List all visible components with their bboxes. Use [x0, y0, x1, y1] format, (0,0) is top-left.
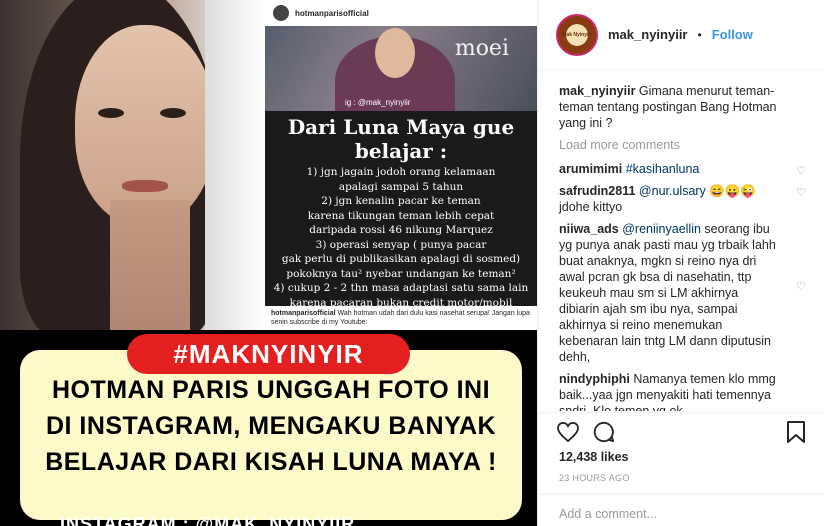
- post-image[interactable]: hotmanparisofficial moei ig : @mak_nyiny…: [0, 0, 537, 526]
- instagram-screenshot: hotmanparisofficial moei ig : @mak_nyiny…: [265, 0, 537, 330]
- add-comment-input[interactable]: Add a comment...: [538, 494, 824, 526]
- screenshot-username: hotmanparisofficial: [295, 8, 369, 18]
- comment-item: nindyphiphi Namanya temen klo mmg baik..…: [559, 371, 808, 411]
- comment-text: seorang ibu yg punya anak pasti mau yg t…: [559, 222, 776, 364]
- text-line: 2) jgn kenalin pacar ke teman: [321, 195, 481, 207]
- avatar-text: Mak Nyinyiir: [562, 31, 592, 38]
- comment-like-heart-icon[interactable]: ♡: [796, 163, 806, 179]
- text-line: apalagi sampai 5 tahun: [338, 180, 464, 193]
- text-line: 4) cukup 2 - 2 thn masa adaptasi satu sa…: [273, 282, 529, 294]
- screenshot-text-block: Dari Luna Maya gue belajar : 1) jgn jaga…: [265, 111, 537, 309]
- screenshot-title: Dari Luna Maya gue belajar :: [287, 115, 515, 163]
- text-line: daripada rossi 46 nikung Marquez: [309, 224, 493, 236]
- ig-tag: ig : @mak_nyinyiir: [345, 98, 411, 107]
- headline: HOTMAN PARIS UNGGAH FOTO INI DI INSTAGRA…: [20, 372, 522, 480]
- headline-line: HOTMAN PARIS UNGGAH FOTO INI: [51, 376, 491, 404]
- headline-banner: #MAKNYINYIR HOTMAN PARIS UNGGAH FOTO INI…: [0, 330, 537, 526]
- comment-user[interactable]: niiwa_ads: [559, 222, 619, 236]
- comment-hashtag[interactable]: #kasihanluna: [626, 162, 700, 176]
- comment-item: safrudin2811 @nur.ulsary 😄😛😜 jdohe kitty…: [559, 183, 808, 215]
- text-line: karena tikungan teman lebih cepat: [307, 209, 495, 222]
- bookmark-icon[interactable]: [784, 420, 808, 444]
- screenshot-caption: hotmanparisofficial Wah hotman udah dari…: [265, 306, 537, 330]
- text-line: 3) operasi senyap ( punya pacar: [315, 238, 487, 251]
- headline-line: BELAJAR DARI KISAH LUNA MAYA !: [45, 448, 497, 476]
- follow-button[interactable]: Follow: [712, 27, 753, 42]
- comment-user[interactable]: safrudin2811: [559, 184, 635, 198]
- separator-dot: •: [697, 27, 702, 42]
- author-username[interactable]: mak_nyinyiir: [608, 27, 688, 42]
- banner-source: INSTAGRAM : @MAK_NYINYIIR: [60, 514, 356, 526]
- post-timestamp: 23 HOURS AGO: [559, 473, 630, 483]
- likes-count[interactable]: 12,438 likes: [559, 450, 629, 464]
- heart-icon[interactable]: [556, 420, 580, 444]
- comment-item: niiwa_ads @reniinyaellin seorang ibu yg …: [559, 221, 808, 365]
- load-more-comments-link[interactable]: Load more comments: [559, 137, 808, 153]
- action-bar: [538, 412, 824, 450]
- comment-mention[interactable]: @nur.ulsary: [639, 184, 706, 198]
- hashtag-pill: #MAKNYINYIR: [127, 334, 410, 374]
- post-sidebar: Mak Nyinyiir mak_nyinyiir • Follow mak_n…: [537, 0, 824, 526]
- comment-like-heart-icon[interactable]: ♡: [796, 279, 806, 295]
- text-line: 1) jgn jagain jodoh orang kelamaan: [306, 166, 496, 178]
- headline-line: DI INSTAGRAM, MENGAKU BANYAK: [45, 412, 497, 440]
- comment-user[interactable]: arumimimi: [559, 162, 622, 176]
- comment-like-heart-icon[interactable]: ♡: [796, 185, 806, 201]
- avatar[interactable]: Mak Nyinyiir: [556, 13, 598, 56]
- text-line: pokoknya tau² nyebar undangan ke teman²: [286, 267, 516, 280]
- portrait-photo: [0, 0, 265, 330]
- comment-mention[interactable]: @reniinyaellin: [622, 222, 701, 236]
- comments-list[interactable]: mak_nyinyiir Gimana menurut teman-teman …: [538, 71, 824, 411]
- screenshot-avatar: [273, 5, 289, 21]
- screenshot-caption-user: hotmanparisofficial: [271, 310, 336, 317]
- watermark: moei: [454, 36, 509, 61]
- comment-user[interactable]: nindyphiphi: [559, 372, 630, 386]
- comment-item: arumimimi #kasihanluna ♡: [559, 161, 808, 177]
- caption: mak_nyinyiir Gimana menurut teman-teman …: [559, 83, 808, 131]
- comment-icon[interactable]: [592, 420, 616, 444]
- post-header: Mak Nyinyiir mak_nyinyiir • Follow: [538, 0, 824, 70]
- screenshot-photo: moei ig : @mak_nyinyiir: [265, 26, 537, 111]
- caption-user[interactable]: mak_nyinyiir: [559, 84, 635, 98]
- text-line: gak perlu di publikasikan apalagi di sos…: [281, 253, 521, 265]
